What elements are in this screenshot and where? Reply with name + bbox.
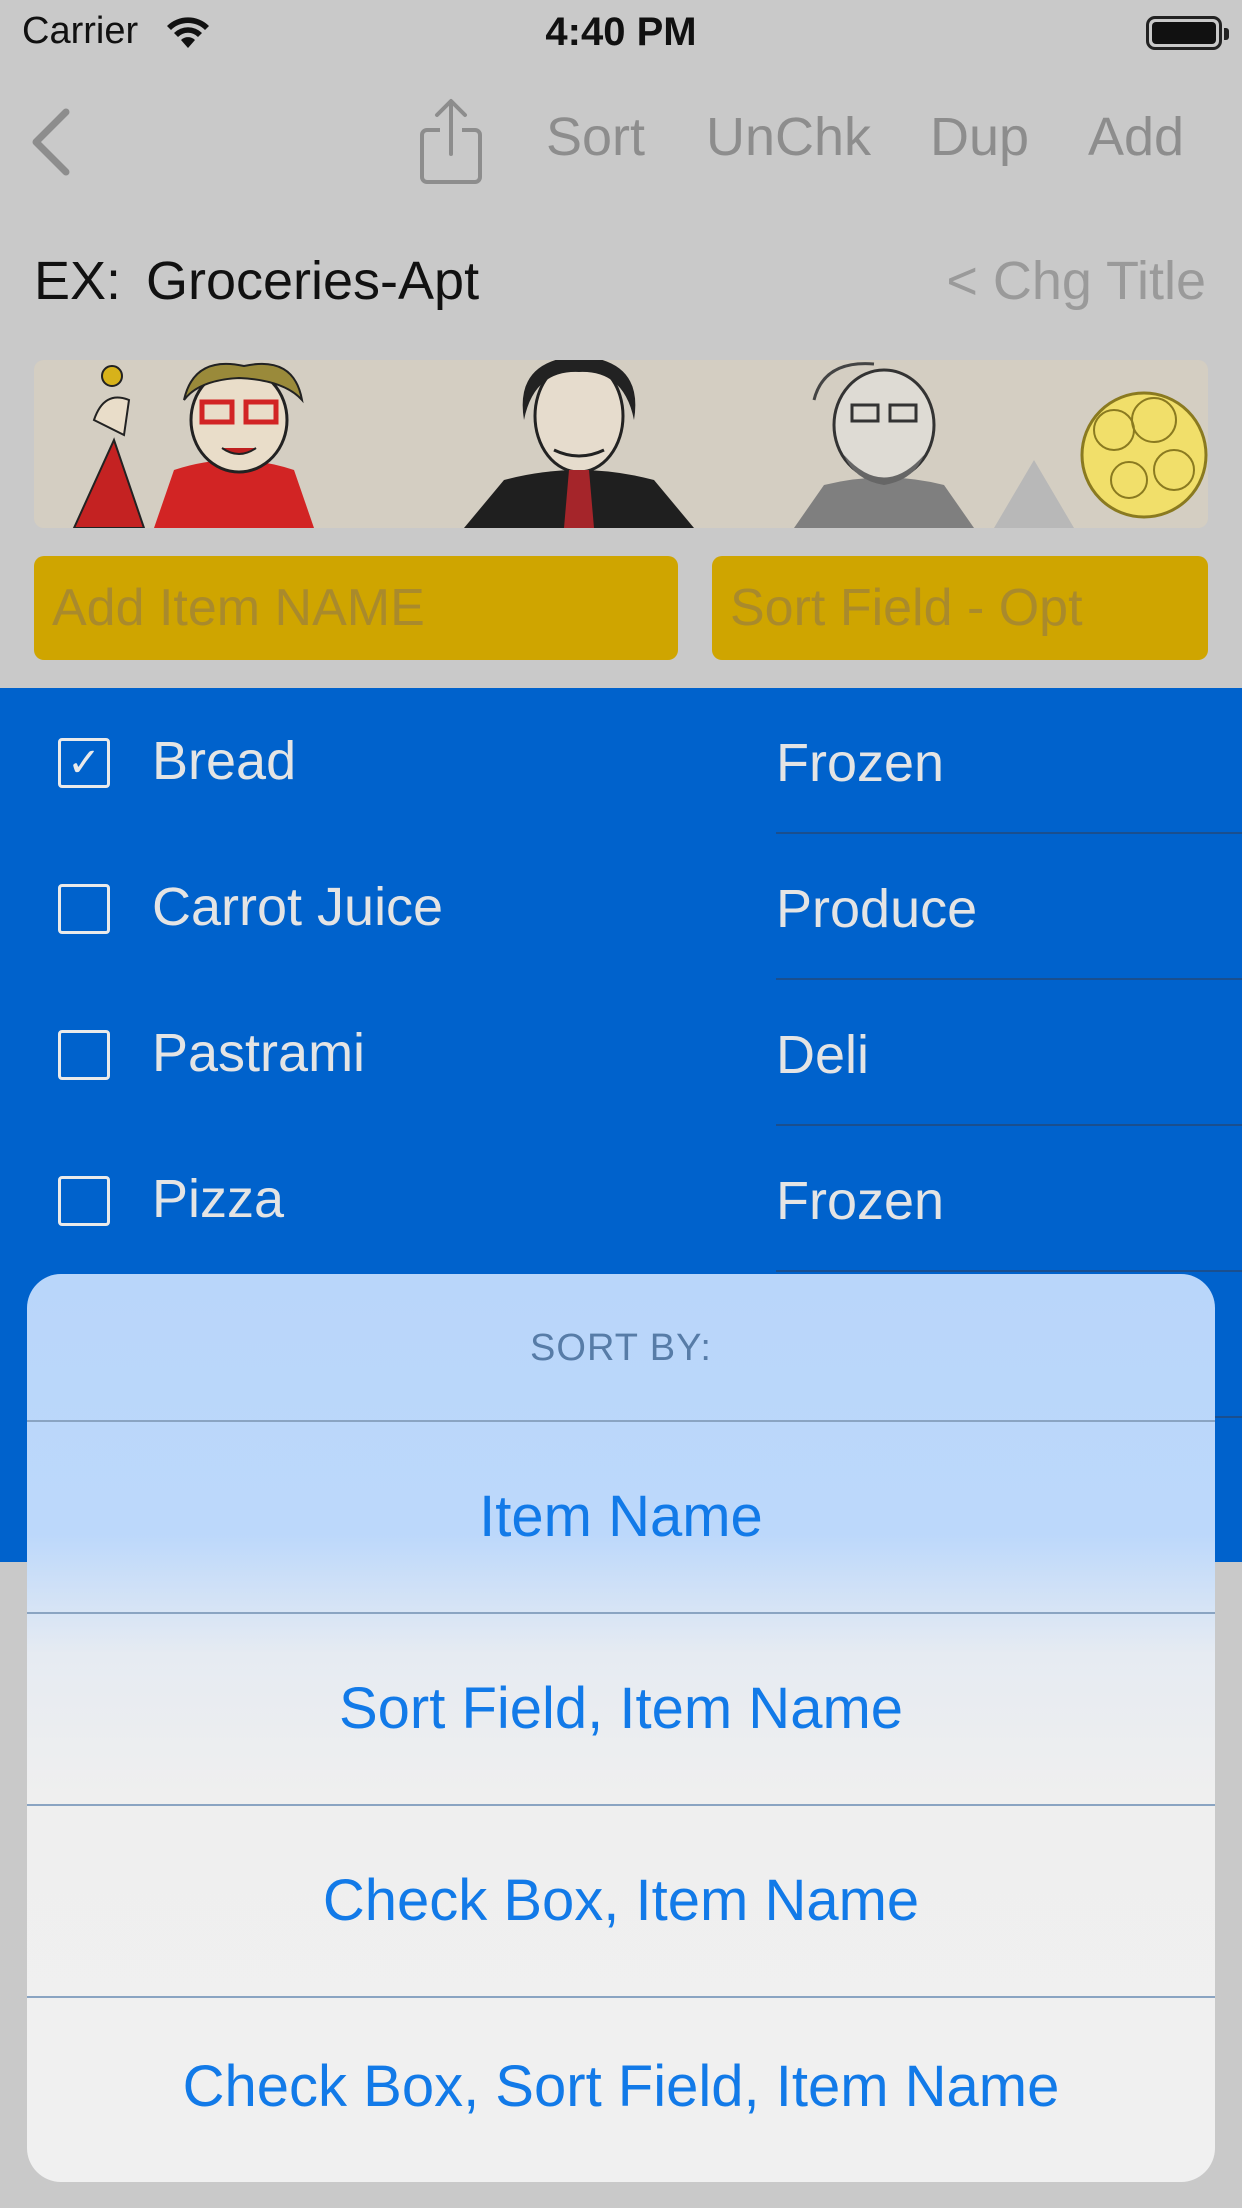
sort-button[interactable]: Sort xyxy=(546,106,645,168)
item-name: Bread xyxy=(152,731,297,791)
add-button[interactable]: Add xyxy=(1088,106,1184,168)
duplicate-button[interactable]: Dup xyxy=(930,106,1029,168)
item-name: Pastrami xyxy=(152,1023,366,1083)
checkbox-unchecked[interactable] xyxy=(58,1176,110,1226)
item-name-input[interactable] xyxy=(34,556,678,660)
checkbox-unchecked[interactable] xyxy=(58,1030,110,1080)
sort-option-sort-field-item-name[interactable]: Sort Field, Item Name xyxy=(27,1614,1215,1804)
item-sort-field: Frozen xyxy=(776,1171,945,1231)
status-bar: Carrier 4:40 PM xyxy=(0,0,1242,64)
checkbox-checked[interactable]: ✓ xyxy=(58,738,110,788)
list-item[interactable]: Pizza Frozen xyxy=(0,1126,1242,1272)
action-sheet-header: SORT BY: xyxy=(530,1327,712,1369)
checkbox-unchecked[interactable] xyxy=(58,884,110,934)
item-sort-field: Deli xyxy=(776,1025,870,1085)
sort-option-item-name[interactable]: Item Name xyxy=(27,1422,1215,1612)
list-item[interactable]: ✓ Bread Frozen xyxy=(0,688,1242,834)
banner-illustration xyxy=(34,360,1208,528)
item-sort-field: Frozen xyxy=(776,733,945,793)
item-sort-field: Produce xyxy=(776,879,978,939)
list-item[interactable]: Carrot Juice Produce xyxy=(0,834,1242,980)
back-chevron-icon[interactable] xyxy=(26,104,76,180)
share-icon[interactable] xyxy=(416,96,486,186)
list-title-row: EX: Groceries-Apt < Chg Title xyxy=(0,244,1242,316)
sort-option-check-box-sort-field-item-name[interactable]: Check Box, Sort Field, Item Name xyxy=(27,1992,1215,2182)
uncheck-all-button[interactable]: UnChk xyxy=(706,106,871,168)
list-title: Groceries-Apt xyxy=(146,251,480,311)
change-title-button[interactable]: < Chg Title xyxy=(946,250,1206,312)
list-item[interactable]: Pastrami Deli xyxy=(0,980,1242,1126)
list-prefix: EX: xyxy=(34,251,122,311)
clock: 4:40 PM xyxy=(545,10,697,54)
sort-field-input[interactable] xyxy=(712,556,1208,660)
item-name: Pizza xyxy=(152,1169,285,1229)
navigation-bar: Sort UnChk Dup Add xyxy=(0,80,1242,200)
sort-action-sheet: SORT BY: Item Name Sort Field, Item Name… xyxy=(27,1274,1215,2182)
battery-icon xyxy=(1146,16,1229,50)
item-name: Carrot Juice xyxy=(152,877,444,937)
sort-option-check-box-item-name[interactable]: Check Box, Item Name xyxy=(27,1806,1215,1996)
